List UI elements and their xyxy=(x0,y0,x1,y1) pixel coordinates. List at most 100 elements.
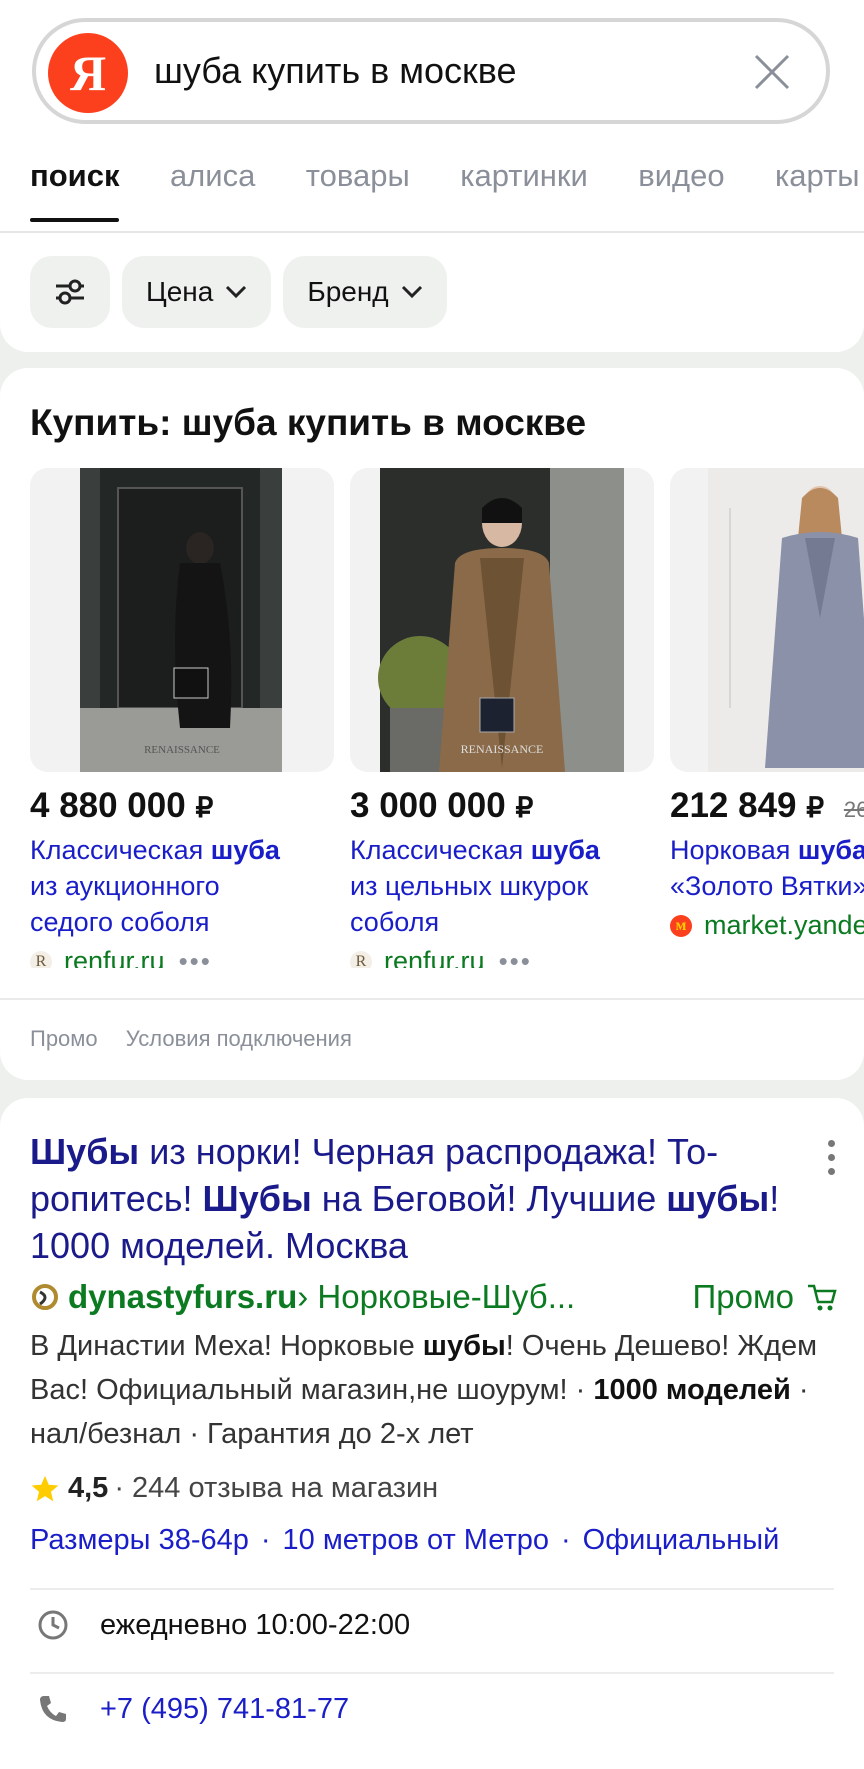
title-bold: шубы xyxy=(666,1178,770,1219)
snippet-part: В Династии Меха! Норковые xyxy=(30,1330,423,1362)
product-source[interactable]: R renfur.ru ••• xyxy=(350,946,654,968)
price-value: 212 849 xyxy=(670,786,797,825)
fur-coat-photo xyxy=(670,468,864,772)
terms-link[interactable]: Условия подключения xyxy=(126,1026,352,1051)
product-title-link[interactable]: Классическая шуба из аукционного седого … xyxy=(30,832,334,940)
product-source[interactable]: м market.yandex xyxy=(670,910,864,941)
divider xyxy=(30,1672,834,1674)
promo-label: Промо xyxy=(692,1278,794,1315)
rating-reviews: · 244 отзыва на магазин xyxy=(114,1472,439,1504)
title-line: «Золото Вятки» xyxy=(670,871,864,901)
sitelink[interactable]: Официальный xyxy=(583,1524,780,1556)
title-bold: шуба xyxy=(797,835,864,865)
title-part: на Беговой! Лучшие xyxy=(311,1178,667,1219)
phone-number[interactable]: +7 (495) 741-81-77 xyxy=(100,1693,349,1726)
currency: ₽ xyxy=(515,792,534,823)
renfur-favicon: R xyxy=(30,950,52,968)
search-bar[interactable]: Я шуба купить в москве xyxy=(32,18,830,124)
ad-url[interactable]: dynastyfurs.ru › Норковые-Шуб... Промо xyxy=(30,1278,844,1316)
search-tabs: поиск алиса товары картинки видео карты xyxy=(30,158,864,232)
tab-maps[interactable]: карты xyxy=(775,158,860,222)
star-icon xyxy=(31,1475,59,1501)
filters-row: Цена Бренд xyxy=(30,256,447,328)
filter-price-label: Цена xyxy=(146,276,214,307)
cart-icon xyxy=(808,1284,837,1311)
yandex-logo[interactable]: Я xyxy=(48,33,128,113)
price-value: 3 000 000 xyxy=(350,786,506,825)
chevron-down-icon xyxy=(401,285,422,299)
product-image[interactable] xyxy=(670,468,864,772)
currency: ₽ xyxy=(806,792,825,823)
shopping-footer: Промо Условия подключения xyxy=(30,1026,374,1052)
tab-alice[interactable]: алиса xyxy=(170,158,255,222)
tab-images[interactable]: картинки xyxy=(460,158,588,222)
more-icon[interactable]: ••• xyxy=(179,946,212,968)
product-source[interactable]: R renfur.ru ••• xyxy=(30,946,334,968)
ad-result: Шубы из норки! Черная распродажа! То-роп… xyxy=(0,1098,864,1769)
title-bold: Шубы xyxy=(202,1178,312,1219)
filter-brand-label: Бренд xyxy=(307,276,389,307)
filter-price-button[interactable]: Цена xyxy=(122,256,272,328)
product-price: 3 000 000 ₽ xyxy=(350,786,654,826)
product-card[interactable]: RENAISSANCE 4 880 000 ₽ Классическая шуб… xyxy=(30,468,334,968)
tab-goods[interactable]: товары xyxy=(306,158,410,222)
snippet-bold: 1000 моделей xyxy=(593,1374,791,1406)
product-card[interactable]: RENAISSANCE 3 000 000 ₽ Классическая шуб… xyxy=(350,468,654,968)
tab-search[interactable]: поиск xyxy=(30,158,120,222)
title-line: из аукционного xyxy=(30,871,220,901)
phone-icon xyxy=(40,1696,66,1722)
close-icon[interactable] xyxy=(750,50,794,94)
header-panel: Я шуба купить в москве поиск алиса товар… xyxy=(0,0,864,352)
shopping-block: Купить: шуба купить в москве RENAISSANCE… xyxy=(0,368,864,1080)
filter-brand-button[interactable]: Бренд xyxy=(283,256,447,328)
product-image[interactable]: RENAISSANCE xyxy=(350,468,654,772)
shop-rating[interactable]: 4,5 · 244 отзыва на магазин xyxy=(30,1472,438,1505)
sitelink[interactable]: Размеры 38-64р xyxy=(30,1524,249,1556)
phone-row[interactable]: +7 (495) 741-81-77 xyxy=(36,1692,349,1726)
filter-settings-button[interactable] xyxy=(30,256,110,328)
rating-value: 4,5 xyxy=(68,1472,109,1504)
ad-path: › Норковые-Шуб... xyxy=(297,1278,576,1315)
divider xyxy=(30,1588,834,1590)
fur-coat-photo: RENAISSANCE xyxy=(350,468,654,772)
tabs-divider xyxy=(0,231,864,233)
product-price: 212 849 ₽ 269 xyxy=(670,786,864,826)
product-image[interactable]: RENAISSANCE xyxy=(30,468,334,772)
shopping-title: Купить: шуба купить в москве xyxy=(30,402,587,443)
tab-video[interactable]: видео xyxy=(638,158,724,222)
sitelink[interactable]: 10 метров от Метро xyxy=(283,1524,549,1556)
title-bold: Шубы xyxy=(30,1131,140,1172)
promo-label: Промо xyxy=(30,1026,98,1051)
product-title-link[interactable]: Норковая шуба «Золото Вятки» xyxy=(670,832,864,904)
title-line: из цельных шкурок xyxy=(350,871,589,901)
title-bold: шуба xyxy=(530,835,600,865)
clock-icon xyxy=(38,1610,68,1640)
product-title-link[interactable]: Классическая шуба из цельных шкурок собо… xyxy=(350,832,654,940)
snippet-bold: шубы xyxy=(422,1330,506,1362)
fur-coat-photo: RENAISSANCE xyxy=(30,468,334,772)
more-icon[interactable]: ••• xyxy=(499,946,532,968)
ad-snippet: В Династии Меха! Норковые шубы! Очень Де… xyxy=(30,1324,830,1456)
hours-text: ежедневно 10:00-22:00 xyxy=(100,1608,411,1641)
title-line: соболя xyxy=(350,907,440,937)
more-vertical-icon[interactable] xyxy=(828,1140,836,1182)
hours-row: ежедневно 10:00-22:00 xyxy=(36,1608,410,1642)
title-part: Норковая xyxy=(670,835,798,865)
old-price: 269 xyxy=(843,797,864,822)
source-domain: renfur.ru xyxy=(384,946,485,968)
market-favicon: м xyxy=(670,914,692,937)
ad-domain: dynastyfurs.ru xyxy=(68,1278,298,1315)
title-part: Классическая xyxy=(30,835,211,865)
source-domain: market.yandex xyxy=(704,910,864,940)
divider xyxy=(0,998,864,1000)
image-watermark: RENAISSANCE xyxy=(461,742,544,756)
title-line: седого соболя xyxy=(30,907,210,937)
title-part: Классическая xyxy=(350,835,531,865)
sliders-icon xyxy=(56,279,84,305)
product-card[interactable]: 212 849 ₽ 269 Норковая шуба «Золото Вятк… xyxy=(670,468,864,941)
renfur-favicon: R xyxy=(350,950,372,968)
dynasty-favicon xyxy=(32,1284,58,1310)
product-carousel[interactable]: RENAISSANCE 4 880 000 ₽ Классическая шуб… xyxy=(30,468,864,968)
search-input[interactable]: шуба купить в москве xyxy=(154,50,517,92)
ad-title-link[interactable]: Шубы из норки! Черная распродажа! То-роп… xyxy=(30,1128,810,1269)
